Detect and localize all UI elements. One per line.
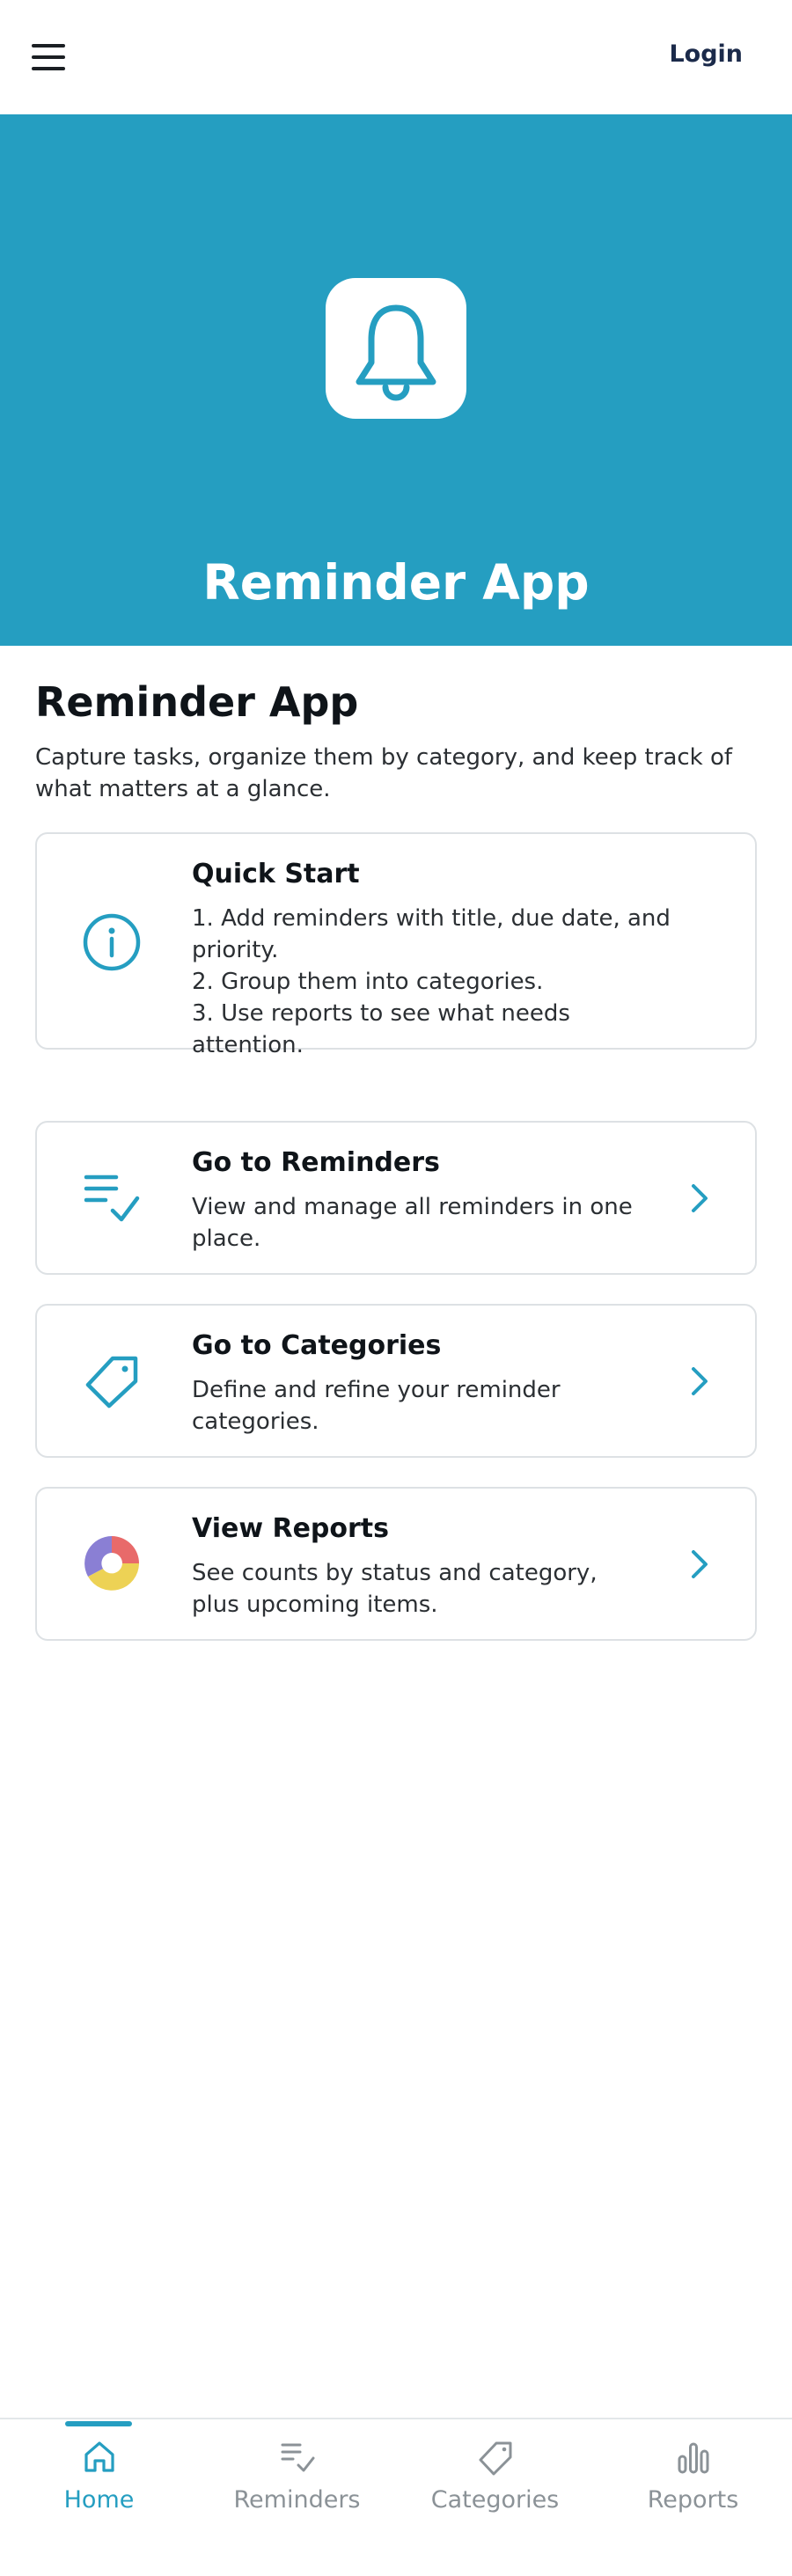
reports-card-text: See counts by status and category, plus … <box>192 1560 598 1618</box>
hero-banner: Reminder App <box>0 114 792 646</box>
quick-start-card: Quick Start 1. Add reminders with title,… <box>35 832 757 1058</box>
quick-start-steps: 1. Add reminders with title, due date, a… <box>192 903 685 1061</box>
tag-icon <box>81 1350 143 1411</box>
go-to-reminders-card[interactable]: Go to Reminders View and manage all remi… <box>35 1121 757 1275</box>
nav-tab-categories[interactable]: Categories <box>396 2437 594 2543</box>
quick-start-step: 1. Add reminders with title, due date, a… <box>192 905 671 963</box>
checklist-icon <box>81 1167 143 1228</box>
chevron-right-icon <box>692 1184 708 1212</box>
reports-card-title: View Reports <box>192 1513 390 1544</box>
reminders-card-title: Go to Reminders <box>192 1147 440 1178</box>
home-icon <box>84 2441 114 2472</box>
go-to-categories-card[interactable]: Go to Categories Define and refine your … <box>35 1304 757 1458</box>
quick-start-title: Quick Start <box>192 859 360 889</box>
nav-label-categories: Categories <box>430 2486 560 2514</box>
nav-label-home: Home <box>63 2486 135 2514</box>
categories-card-title: Go to Categories <box>192 1330 442 1361</box>
bar-chart-icon <box>678 2442 708 2474</box>
categories-card-text: Define and refine your reminder categori… <box>192 1377 561 1435</box>
tag-icon <box>479 2441 511 2476</box>
chevron-right-icon <box>692 1367 708 1395</box>
top-app-bar: Login <box>0 0 792 114</box>
nav-tab-reports[interactable]: Reports <box>594 2437 792 2543</box>
nav-label-reports: Reports <box>647 2486 739 2514</box>
nav-tab-reminders[interactable]: Reminders <box>198 2437 396 2543</box>
nav-tab-home[interactable]: Home <box>0 2437 198 2543</box>
reminders-card-text: View and manage all reminders in one pla… <box>192 1194 633 1252</box>
active-tab-indicator <box>65 2421 132 2426</box>
hamburger-menu-icon[interactable] <box>32 44 67 70</box>
quick-start-step: 3. Use reports to see what needs attenti… <box>192 1000 570 1058</box>
nav-label-reminders: Reminders <box>233 2486 361 2514</box>
chevron-right-icon <box>692 1550 708 1578</box>
info-icon <box>81 911 143 973</box>
login-button[interactable]: Login <box>669 40 743 68</box>
list-check-icon <box>281 2443 314 2472</box>
hero-title: Reminder App <box>202 554 590 611</box>
quick-start-step: 2. Group them into categories. <box>192 969 544 995</box>
bell-icon <box>326 278 466 419</box>
page-title: Reminder App <box>35 678 359 726</box>
view-reports-card[interactable]: View Reports See counts by status and ca… <box>35 1487 757 1641</box>
donut-chart-icon <box>81 1533 143 1594</box>
page-description: Capture tasks, organize them by category… <box>35 744 733 802</box>
